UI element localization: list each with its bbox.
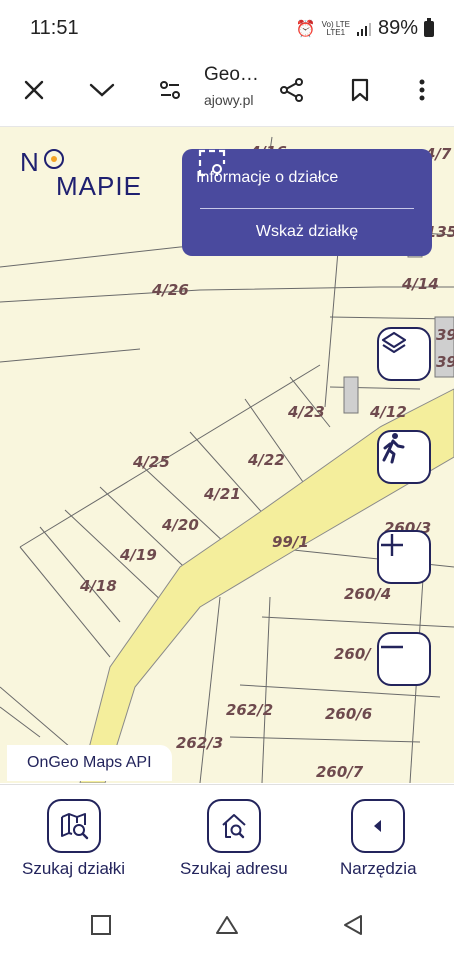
share-button[interactable] bbox=[274, 72, 310, 108]
layers-icon bbox=[381, 331, 407, 354]
more-button[interactable] bbox=[404, 72, 440, 108]
search-address-button[interactable]: Szukaj adresu bbox=[180, 799, 288, 879]
tools-arrow-icon bbox=[374, 820, 382, 832]
plot-label: 262/3 bbox=[176, 734, 223, 752]
select-plot-button[interactable]: Wskaż działkę bbox=[182, 210, 432, 254]
bookmark-button[interactable] bbox=[342, 72, 378, 108]
plot-label: 262/2 bbox=[226, 701, 273, 719]
more-vert-icon bbox=[419, 79, 425, 101]
plot-label: 4/20 bbox=[161, 516, 199, 534]
plot-label: 4/14 bbox=[401, 275, 439, 293]
page-settings-icon bbox=[160, 81, 180, 99]
system-nav-bar bbox=[0, 890, 454, 960]
signal-icon bbox=[356, 22, 371, 36]
recent-apps-icon bbox=[91, 915, 111, 935]
bottom-nav: Szukaj działki Szukaj adresu Narzędzia bbox=[0, 784, 454, 891]
plot-label: 4/19 bbox=[119, 546, 157, 564]
plot-label: 99/1 bbox=[272, 533, 309, 551]
home-search-icon bbox=[222, 814, 246, 839]
plot-label: 39 bbox=[436, 326, 454, 344]
street-view-button[interactable] bbox=[377, 430, 431, 484]
status-icons: ⏰ Vo) LTE LTE1 89% bbox=[296, 17, 434, 40]
divider bbox=[200, 208, 414, 209]
zoom-out-button[interactable] bbox=[377, 632, 431, 686]
plot-label: 4/22 bbox=[247, 451, 285, 469]
browser-toolbar: Geo… ajowy.pl bbox=[0, 56, 454, 127]
nomapie-logo: NO N MAPIE bbox=[20, 147, 142, 201]
plot-label: 4/12 bbox=[369, 403, 407, 421]
status-bar: 11:51 ⏰ Vo) LTE LTE1 89% bbox=[0, 0, 454, 56]
battery-percent: 89% bbox=[377, 17, 418, 39]
walk-icon bbox=[382, 433, 405, 464]
plot-label: 39 bbox=[436, 353, 454, 371]
plot-label: 4/25 bbox=[132, 453, 170, 471]
close-icon bbox=[24, 80, 44, 100]
plot-label: 4/23 bbox=[287, 403, 325, 421]
plot-label: 4/26 bbox=[151, 281, 189, 299]
plot-label: 4/18 bbox=[79, 577, 117, 595]
plot-label: 4/21 bbox=[203, 485, 241, 503]
plot-label: 260/6 bbox=[325, 705, 372, 723]
search-plot-button[interactable]: Szukaj działki bbox=[22, 799, 125, 879]
status-time: 11:51 bbox=[30, 17, 79, 39]
home-button[interactable] bbox=[210, 908, 244, 942]
share-icon bbox=[280, 78, 303, 102]
recent-apps-button[interactable] bbox=[84, 908, 118, 942]
zoom-in-icon bbox=[381, 534, 403, 556]
page-settings-button[interactable] bbox=[152, 72, 188, 108]
plot-label: 260/7 bbox=[316, 763, 364, 781]
map-view[interactable]: 4/16 4/7 4/135 4/14 4/26 39 39 4/23 4/12… bbox=[0, 127, 454, 783]
battery-icon bbox=[424, 17, 434, 37]
alarm-icon: ⏰ bbox=[295, 20, 316, 38]
layers-button[interactable] bbox=[377, 327, 431, 381]
back-icon bbox=[344, 915, 362, 935]
chevron-down-icon bbox=[89, 83, 115, 97]
home-icon bbox=[216, 916, 238, 934]
api-attribution: OnGeo Maps API bbox=[7, 745, 172, 781]
network-indicator: Vo) LTE LTE1 bbox=[321, 19, 350, 37]
search-plot-label: Szukaj działki bbox=[22, 859, 125, 878]
tools-label: Narzędzia bbox=[340, 859, 417, 878]
map-search-icon bbox=[60, 813, 88, 840]
zoom-in-button[interactable] bbox=[377, 530, 431, 584]
zoom-out-icon bbox=[381, 645, 403, 649]
bookmark-icon bbox=[351, 78, 369, 102]
close-button[interactable] bbox=[16, 72, 52, 108]
plot-info-button[interactable]: Informacje o działce bbox=[182, 149, 432, 207]
plot-label: 260/ bbox=[334, 645, 372, 663]
plot-select-icon bbox=[198, 149, 226, 177]
plot-info-panel: Informacje o działce Wskaż działkę bbox=[182, 149, 432, 256]
plot-label: 260/4 bbox=[344, 585, 391, 603]
back-button[interactable] bbox=[336, 908, 370, 942]
search-address-label: Szukaj adresu bbox=[180, 859, 288, 878]
minimize-button[interactable] bbox=[84, 72, 120, 108]
tools-button[interactable]: Narzędzia bbox=[340, 799, 417, 879]
